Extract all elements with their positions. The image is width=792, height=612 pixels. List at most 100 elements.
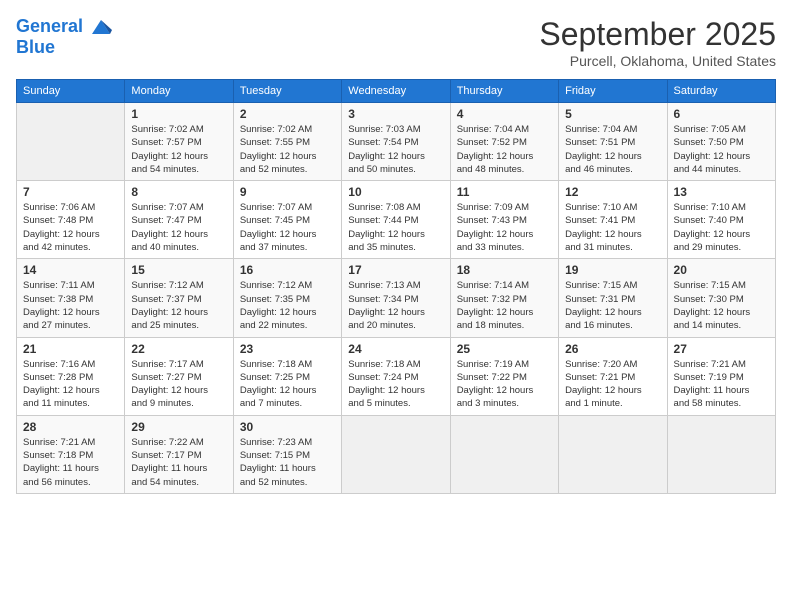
day-number: 28 <box>23 420 118 434</box>
calendar-cell: 9Sunrise: 7:07 AMSunset: 7:45 PMDaylight… <box>233 181 341 259</box>
day-info: Sunrise: 7:05 AMSunset: 7:50 PMDaylight:… <box>674 123 769 176</box>
day-number: 13 <box>674 185 769 199</box>
calendar-week-row: 1 Sunrise: 7:02 AMSunset: 7:57 PMDaylight… <box>17 103 776 181</box>
day-number: 30 <box>240 420 335 434</box>
day-info: Sunrise: 7:09 AMSunset: 7:43 PMDaylight:… <box>457 201 552 254</box>
calendar-week-row: 21Sunrise: 7:16 AMSunset: 7:28 PMDayligh… <box>17 337 776 415</box>
calendar-cell <box>17 103 125 181</box>
day-number: 15 <box>131 263 226 277</box>
header-day: Wednesday <box>342 80 450 103</box>
day-info: Sunrise: 7:16 AMSunset: 7:28 PMDaylight:… <box>23 358 118 411</box>
day-number: 29 <box>131 420 226 434</box>
day-info: Sunrise: 7:10 AMSunset: 7:40 PMDaylight:… <box>674 201 769 254</box>
calendar-cell: 13 Sunrise: 7:10 AMSunset: 7:40 PMDayligh… <box>667 181 775 259</box>
calendar-cell: 14 Sunrise: 7:11 AMSunset: 7:38 PMDayligh… <box>17 259 125 337</box>
calendar-week-row: 7 Sunrise: 7:06 AMSunset: 7:48 PMDaylight… <box>17 181 776 259</box>
day-number: 27 <box>674 342 769 356</box>
day-info: Sunrise: 7:19 AMSunset: 7:22 PMDaylight:… <box>457 358 552 411</box>
day-info: Sunrise: 7:04 AMSunset: 7:51 PMDaylight:… <box>565 123 660 176</box>
calendar-cell: 29 Sunrise: 7:22 AMSunset: 7:17 PMDayligh… <box>125 415 233 493</box>
calendar-cell <box>667 415 775 493</box>
day-number: 11 <box>457 185 552 199</box>
logo: General Blue <box>16 16 112 58</box>
day-number: 22 <box>131 342 226 356</box>
day-info: Sunrise: 7:12 AMSunset: 7:35 PMDaylight:… <box>240 279 335 332</box>
calendar-cell: 30 Sunrise: 7:23 AMSunset: 7:15 PMDayligh… <box>233 415 341 493</box>
calendar-cell <box>559 415 667 493</box>
calendar-cell: 28 Sunrise: 7:21 AMSunset: 7:18 PMDayligh… <box>17 415 125 493</box>
logo-blue-text: Blue <box>16 38 112 58</box>
calendar-cell: 17 Sunrise: 7:13 AMSunset: 7:34 PMDayligh… <box>342 259 450 337</box>
day-number: 3 <box>348 107 443 121</box>
header-day: Saturday <box>667 80 775 103</box>
day-info: Sunrise: 7:15 AMSunset: 7:31 PMDaylight:… <box>565 279 660 332</box>
calendar-cell: 20Sunrise: 7:15 AMSunset: 7:30 PMDayligh… <box>667 259 775 337</box>
day-number: 23 <box>240 342 335 356</box>
day-info: Sunrise: 7:20 AMSunset: 7:21 PMDaylight:… <box>565 358 660 411</box>
day-info: Sunrise: 7:08 AMSunset: 7:44 PMDaylight:… <box>348 201 443 254</box>
calendar-cell <box>450 415 558 493</box>
day-number: 18 <box>457 263 552 277</box>
day-info: Sunrise: 7:18 AMSunset: 7:24 PMDaylight:… <box>348 358 443 411</box>
calendar-cell: 3 Sunrise: 7:03 AMSunset: 7:54 PMDaylight… <box>342 103 450 181</box>
calendar-cell: 12Sunrise: 7:10 AMSunset: 7:41 PMDayligh… <box>559 181 667 259</box>
calendar-table: SundayMondayTuesdayWednesdayThursdayFrid… <box>16 79 776 494</box>
day-info: Sunrise: 7:03 AMSunset: 7:54 PMDaylight:… <box>348 123 443 176</box>
calendar-cell: 5 Sunrise: 7:04 AMSunset: 7:51 PMDaylight… <box>559 103 667 181</box>
day-number: 9 <box>240 185 335 199</box>
header-day: Tuesday <box>233 80 341 103</box>
calendar-cell: 7 Sunrise: 7:06 AMSunset: 7:48 PMDaylight… <box>17 181 125 259</box>
calendar-cell: 22Sunrise: 7:17 AMSunset: 7:27 PMDayligh… <box>125 337 233 415</box>
calendar-cell: 19Sunrise: 7:15 AMSunset: 7:31 PMDayligh… <box>559 259 667 337</box>
header-day: Monday <box>125 80 233 103</box>
day-info: Sunrise: 7:04 AMSunset: 7:52 PMDaylight:… <box>457 123 552 176</box>
calendar-cell: 23Sunrise: 7:18 AMSunset: 7:25 PMDayligh… <box>233 337 341 415</box>
day-number: 17 <box>348 263 443 277</box>
logo-text: General <box>16 16 112 38</box>
day-info: Sunrise: 7:13 AMSunset: 7:34 PMDaylight:… <box>348 279 443 332</box>
day-info: Sunrise: 7:07 AMSunset: 7:47 PMDaylight:… <box>131 201 226 254</box>
day-number: 8 <box>131 185 226 199</box>
day-info: Sunrise: 7:02 AMSunset: 7:57 PMDaylight:… <box>131 123 226 176</box>
header-day: Sunday <box>17 80 125 103</box>
day-number: 14 <box>23 263 118 277</box>
day-number: 2 <box>240 107 335 121</box>
title-block: September 2025 Purcell, Oklahoma, United… <box>539 16 776 69</box>
logo-icon <box>90 16 112 38</box>
day-info: Sunrise: 7:02 AMSunset: 7:55 PMDaylight:… <box>240 123 335 176</box>
calendar-cell: 18 Sunrise: 7:14 AMSunset: 7:32 PMDayligh… <box>450 259 558 337</box>
day-number: 12 <box>565 185 660 199</box>
day-number: 5 <box>565 107 660 121</box>
day-number: 25 <box>457 342 552 356</box>
day-info: Sunrise: 7:14 AMSunset: 7:32 PMDaylight:… <box>457 279 552 332</box>
calendar-cell: 24 Sunrise: 7:18 AMSunset: 7:24 PMDayligh… <box>342 337 450 415</box>
day-info: Sunrise: 7:06 AMSunset: 7:48 PMDaylight:… <box>23 201 118 254</box>
day-number: 6 <box>674 107 769 121</box>
day-info: Sunrise: 7:21 AMSunset: 7:18 PMDaylight:… <box>23 436 118 489</box>
calendar-cell: 15 Sunrise: 7:12 AMSunset: 7:37 PMDayligh… <box>125 259 233 337</box>
calendar-cell: 4Sunrise: 7:04 AMSunset: 7:52 PMDaylight… <box>450 103 558 181</box>
day-number: 24 <box>348 342 443 356</box>
calendar-cell: 1 Sunrise: 7:02 AMSunset: 7:57 PMDaylight… <box>125 103 233 181</box>
calendar-cell: 2 Sunrise: 7:02 AMSunset: 7:55 PMDaylight… <box>233 103 341 181</box>
day-info: Sunrise: 7:12 AMSunset: 7:37 PMDaylight:… <box>131 279 226 332</box>
day-info: Sunrise: 7:11 AMSunset: 7:38 PMDaylight:… <box>23 279 118 332</box>
calendar-body: 1 Sunrise: 7:02 AMSunset: 7:57 PMDaylight… <box>17 103 776 494</box>
calendar-cell: 11 Sunrise: 7:09 AMSunset: 7:43 PMDayligh… <box>450 181 558 259</box>
day-info: Sunrise: 7:23 AMSunset: 7:15 PMDaylight:… <box>240 436 335 489</box>
day-number: 1 <box>131 107 226 121</box>
page-header: General Blue September 2025 Purcell, Okl… <box>16 16 776 69</box>
calendar-cell: 21Sunrise: 7:16 AMSunset: 7:28 PMDayligh… <box>17 337 125 415</box>
month-title: September 2025 <box>539 16 776 53</box>
day-number: 26 <box>565 342 660 356</box>
header-day: Friday <box>559 80 667 103</box>
day-number: 7 <box>23 185 118 199</box>
calendar-cell: 10Sunrise: 7:08 AMSunset: 7:44 PMDayligh… <box>342 181 450 259</box>
calendar-week-row: 28 Sunrise: 7:21 AMSunset: 7:18 PMDayligh… <box>17 415 776 493</box>
location-subtitle: Purcell, Oklahoma, United States <box>539 53 776 69</box>
day-info: Sunrise: 7:15 AMSunset: 7:30 PMDaylight:… <box>674 279 769 332</box>
day-number: 16 <box>240 263 335 277</box>
day-info: Sunrise: 7:22 AMSunset: 7:17 PMDaylight:… <box>131 436 226 489</box>
calendar-week-row: 14 Sunrise: 7:11 AMSunset: 7:38 PMDayligh… <box>17 259 776 337</box>
calendar-cell: 25 Sunrise: 7:19 AMSunset: 7:22 PMDayligh… <box>450 337 558 415</box>
